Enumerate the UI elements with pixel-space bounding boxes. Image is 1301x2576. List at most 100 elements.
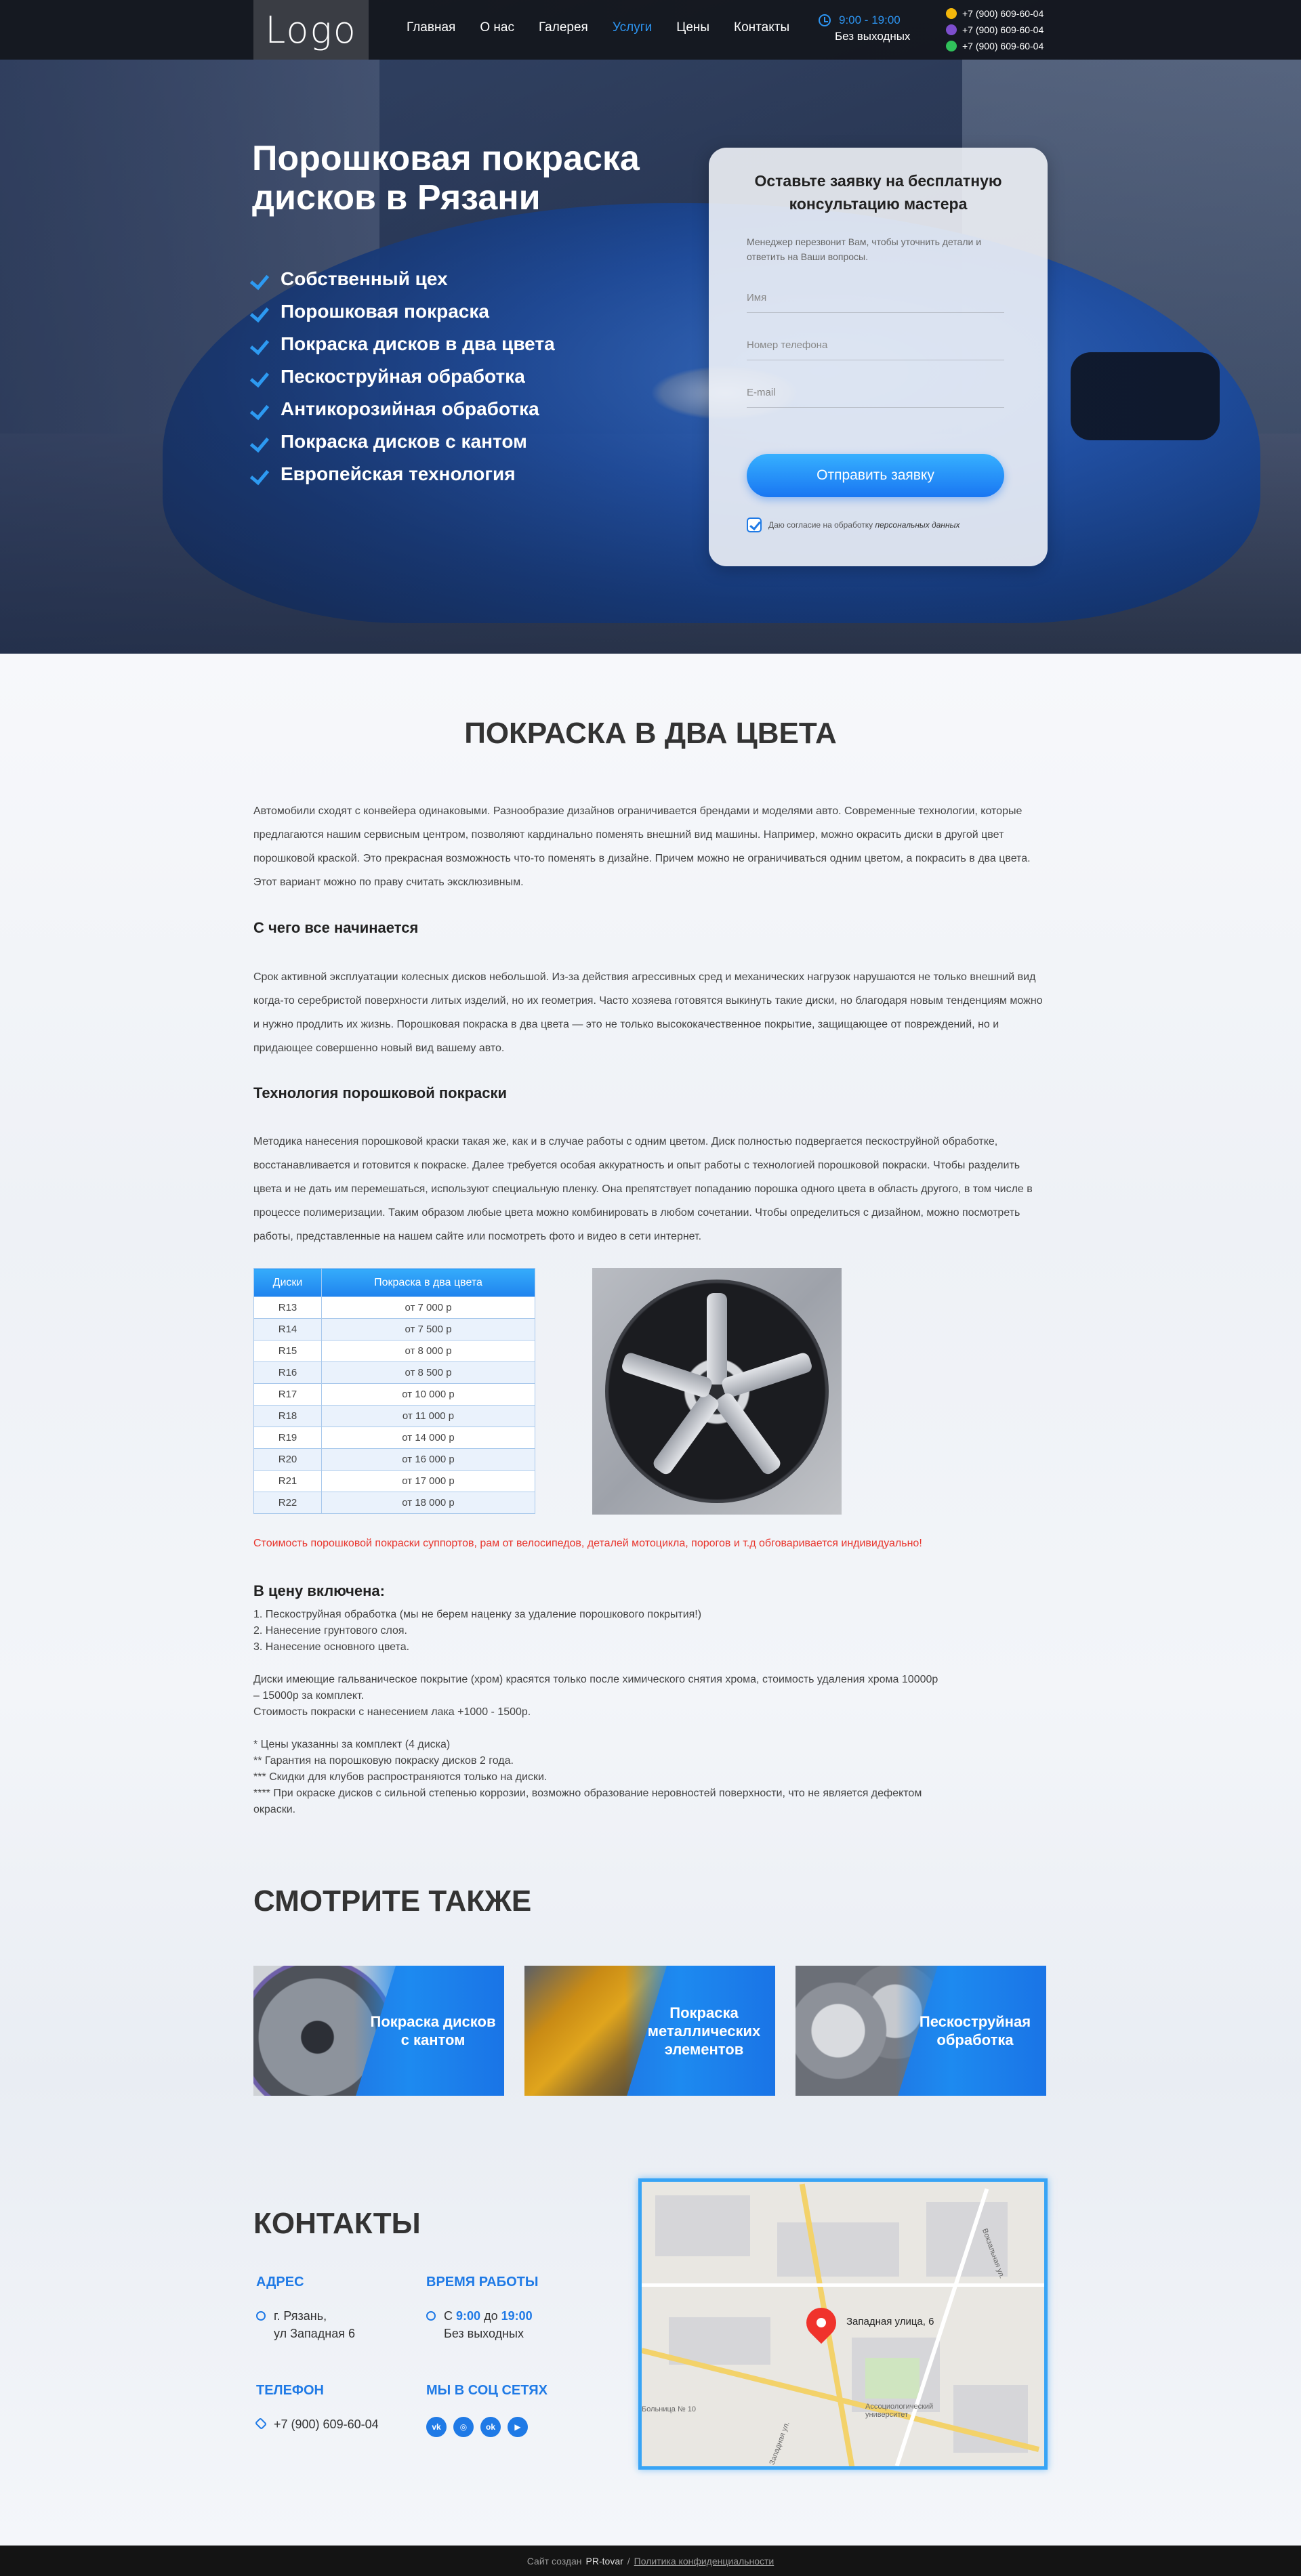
feature-label: Покраска дисков с кантом [281,431,527,452]
included-line: 1. Пескоструйная обработка (мы не берем … [253,1609,702,1620]
included-title: В цену включена: [253,1582,385,1599]
feature-item: Покраска дисков с кантом [252,425,555,458]
feature-label: Европейская технология [281,463,516,484]
footer-developer-link[interactable]: PR-tovar [586,2556,623,2567]
individual-price-note: Стоимость порошковой покраски суппортов,… [253,1538,922,1549]
map-marker-icon[interactable] [800,2301,843,2344]
check-icon [252,338,270,350]
check-icon [252,403,270,415]
consent-row: Даю согласие на обработку персональных д… [747,518,959,532]
included-line: 3. Нанесение основного цвета. [253,1641,410,1653]
address-block: г. Рязань, ул Западная 6 [256,2307,355,2342]
consultation-form: Оставьте заявку на бесплатную консультац… [709,148,1048,566]
wheel-spoke [707,1293,727,1385]
form-title: Оставьте заявку на бесплатную консультац… [754,172,1002,213]
header-phone-3[interactable]: +7 (900) 609-60-04 [962,38,1044,54]
table-cell: от 10 000 р [321,1383,535,1406]
clock-icon [819,14,831,26]
wheel-spoke [720,1351,814,1399]
hero-overlay [0,0,1301,654]
see-also-card-metal[interactable]: Покраска металлических элементов [524,1966,775,2096]
price-table: Диски Покраска в два цвета R13 от 7 000 р… [253,1268,535,1514]
nav-gallery[interactable]: Галерея [539,20,588,35]
hours-prefix: С [444,2309,453,2323]
feature-item: Покраска дисков в два цвета [252,328,555,360]
phone-input[interactable] [747,331,1004,360]
header-phone-2[interactable]: +7 (900) 609-60-04 [962,22,1044,38]
footer-separator: / [627,2555,630,2567]
whatsapp-icon [946,41,957,51]
header-hours: 9:00 - 19:00 Без выходных [819,12,910,45]
phone-icon [254,2417,268,2430]
hours-to: 19:00 [501,2309,533,2323]
consent-checkbox[interactable] [747,518,762,532]
nav-prices[interactable]: Цены [676,20,709,35]
site-header: Logo Главная О нас Галерея Услуги Цены К… [0,0,1301,60]
table-row: R15 от 8 000 р [253,1340,535,1362]
map-address-label: Западная улица, 6 [846,2316,934,2327]
table-cell: R22 [253,1492,322,1514]
footer-privacy-link[interactable]: Политика конфиденциальности [634,2556,775,2567]
map-pin-icon [256,2311,266,2321]
instagram-icon[interactable]: ◎ [453,2417,474,2437]
see-also-card-rim-edging[interactable]: Покраска дисков с кантом [253,1966,504,2096]
section-title: ПОКРАСКА В ДВА ЦВЕТА [464,717,837,750]
hours-heading: ВРЕМЯ РАБОТЫ [426,2275,539,2289]
hero-banner [0,0,1301,654]
logo-text: Logo [265,8,357,51]
nav-about[interactable]: О нас [480,20,514,35]
see-also-card-sandblast[interactable]: Пескоструйная обработка [796,1966,1046,2096]
table-row: R14 от 7 500 р [253,1318,535,1340]
card-label: Пескоструйная обработка [919,2013,1031,2048]
clock-icon [426,2311,436,2321]
check-icon [252,273,270,285]
wheel-image [605,1280,829,1503]
map-street-label: Западная ул. [768,2420,791,2466]
map-park [865,2358,920,2399]
name-input[interactable] [747,283,1004,313]
card-label: Покраска дисков с кантом [370,2013,496,2048]
nav-contacts[interactable]: Контакты [734,20,789,35]
nav-home[interactable]: Главная [407,20,455,35]
included-line: *** Скидки для клубов распространяются т… [253,1771,548,1783]
included-line: * Цены указанны за комплект (4 диска) [253,1739,451,1750]
contact-phone[interactable]: +7 (900) 609-60-04 [274,2415,379,2433]
consent-link[interactable]: персональных данных [875,520,959,530]
wheel-spoke [712,1391,783,1477]
article-para-1: Срок активной эксплуатации колесных диск… [253,971,1043,1054]
table-row: R21 от 17 000 р [253,1470,535,1492]
table-cell: R14 [253,1318,322,1340]
check-icon [252,305,270,318]
location-map[interactable]: Западная улица, 6 Ассоциологический унив… [638,2178,1048,2470]
hero-features: Собственный цех Порошковая покраска Покр… [252,263,555,490]
form-note: Менеджер перезвонит Вам, чтобы уточнить … [747,236,982,262]
map-poi-university: Ассоциологический университет [865,2403,934,2419]
included-line: ** Гарантия на порошковую покраску диско… [253,1755,514,1767]
card-label: Покраска металлических элементов [647,2004,761,2058]
odnoklassniki-icon[interactable]: ok [480,2417,501,2437]
vk-icon[interactable]: vk [426,2417,447,2437]
table-cell: от 8 500 р [321,1361,535,1384]
check-icon [252,468,270,480]
table-cell: R15 [253,1340,322,1362]
header-phones: +7 (900) 609-60-04 +7 (900) 609-60-04 +7… [946,5,1044,54]
email-input[interactable] [747,378,1004,408]
table-row: R13 от 7 000 р [253,1296,535,1319]
wheel-photo [592,1268,842,1515]
feature-label: Покраска дисков в два цвета [281,333,555,354]
feature-item: Европейская технология [252,458,555,490]
submit-button[interactable]: Отправить заявку [747,454,1004,497]
map-road [642,2283,1044,2287]
contacts-title: КОНТАКТЫ [253,2207,421,2240]
youtube-icon[interactable]: ▶ [508,2417,528,2437]
hours-block: С 9:00 до 19:00 Без выходных [426,2307,533,2342]
nav-services[interactable]: Услуги [613,20,652,35]
included-line: **** При окраске дисков с сильной степен… [253,1788,922,1815]
header-phone-1[interactable]: +7 (900) 609-60-04 [962,5,1044,22]
included-gap [253,1720,945,1737]
table-row: R22 от 18 000 р [253,1492,535,1514]
hero-title: Порошковая покраска дисков в Рязани [252,139,640,217]
included-line: Стоимость покраски с нанесением лака +10… [253,1706,531,1718]
logo[interactable]: Logo [253,0,369,60]
hours-line: С 9:00 до 19:00 [444,2307,533,2325]
